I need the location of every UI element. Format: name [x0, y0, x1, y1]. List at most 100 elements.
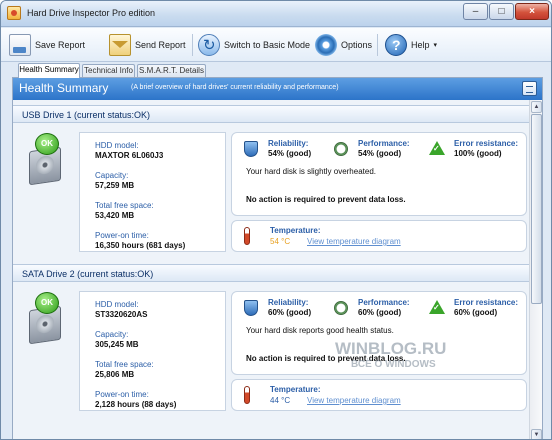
- scroll-up-button[interactable]: ▲: [531, 101, 542, 113]
- power-on-value: 16,350 hours (681 days): [95, 241, 186, 250]
- drive-title: USB Drive 1 (current status:OK): [22, 110, 151, 120]
- action-message: No action is required to prevent data lo…: [246, 195, 406, 204]
- performance-label: Performance:: [358, 139, 410, 148]
- reliability-value: 54% (good): [268, 149, 312, 158]
- help-label: Help: [411, 40, 430, 50]
- health-summary-description: (A brief overview of hard drives' curren…: [131, 84, 339, 91]
- free-space-label: Total free space:: [95, 360, 154, 369]
- temperature-value: 44 °C: [270, 396, 291, 405]
- drive-info-box: HDD model: MAXTOR 6L060J3 Capacity: 57,2…: [79, 132, 226, 252]
- error-resistance-label: Error resistance:: [454, 298, 519, 307]
- gauge-icon: [334, 301, 348, 315]
- report-icon[interactable]: [522, 81, 537, 96]
- capacity-value: 305,245 MB: [95, 340, 139, 349]
- close-button[interactable]: ×: [515, 3, 549, 20]
- health-summary-header: Health Summary (A brief overview of hard…: [13, 78, 542, 100]
- ok-status-icon: OK: [35, 133, 59, 155]
- capacity-label: Capacity:: [95, 171, 129, 180]
- window-title: Hard Drive Inspector Pro edition: [27, 8, 156, 18]
- thermometer-icon: [244, 386, 250, 404]
- drives-list: USB Drive 1 (current status:OK) OK HDD m…: [13, 100, 529, 439]
- error-resistance-label: Error resistance:: [454, 139, 519, 148]
- performance-value: 60% (good): [358, 308, 402, 317]
- view-temperature-diagram-link[interactable]: View temperature diagram: [307, 396, 401, 405]
- send-report-icon: [109, 34, 131, 56]
- shield-icon: [244, 141, 258, 157]
- title-bar: Hard Drive Inspector Pro edition – □ ×: [1, 1, 551, 27]
- reliability-value: 60% (good): [268, 308, 312, 317]
- check-triangle-icon: [429, 141, 445, 155]
- switch-mode-icon: [198, 34, 220, 56]
- tab-strip: Health Summary Technical Info S.M.A.R.T.…: [1, 63, 551, 78]
- toolbar-separator: [377, 34, 378, 56]
- ok-status-icon: OK: [35, 292, 59, 314]
- send-report-label: Send Report: [135, 40, 186, 50]
- scroll-down-button[interactable]: ▼: [531, 429, 542, 439]
- app-window: Hard Drive Inspector Pro edition – □ × S…: [0, 0, 552, 440]
- drive-header: USB Drive 1 (current status:OK): [13, 105, 529, 123]
- tab-smart-details[interactable]: S.M.A.R.T. Details: [137, 64, 206, 77]
- performance-label: Performance:: [358, 298, 410, 307]
- tab-health-summary[interactable]: Health Summary: [18, 63, 80, 78]
- help-button[interactable]: Help ▾: [385, 32, 437, 58]
- vertical-scrollbar[interactable]: ▲ ▼: [529, 100, 542, 439]
- hdd-model-value: ST3320620AS: [95, 310, 148, 319]
- tab-technical-info[interactable]: Technical Info: [82, 64, 135, 77]
- temperature-label: Temperature:: [270, 226, 321, 235]
- scrollbar-thumb[interactable]: [531, 114, 542, 304]
- reliability-label: Reliability:: [268, 298, 309, 307]
- temperature-box: Temperature: 44 °C View temperature diag…: [231, 379, 527, 411]
- switch-mode-label: Switch to Basic Mode: [224, 40, 311, 50]
- switch-mode-button[interactable]: Switch to Basic Mode: [198, 32, 310, 58]
- toolbar: Save Report Send Report Switch to Basic …: [1, 28, 551, 62]
- send-report-button[interactable]: Send Report: [109, 32, 186, 58]
- options-label: Options: [341, 40, 373, 50]
- free-space-label: Total free space:: [95, 201, 154, 210]
- hdd-model-label: HDD model:: [95, 300, 139, 309]
- performance-value: 54% (good): [358, 149, 402, 158]
- drive-status-box: Reliability: 60% (good) Performance: 60%…: [231, 291, 527, 375]
- minimize-button[interactable]: –: [463, 3, 488, 20]
- save-report-label: Save Report: [35, 40, 86, 50]
- gauge-icon: [334, 142, 348, 156]
- drive-info-box: HDD model: ST3320620AS Capacity: 305,245…: [79, 291, 226, 411]
- status-message: Your hard disk is slightly overheated.: [246, 167, 376, 176]
- capacity-value: 57,259 MB: [95, 181, 135, 190]
- free-space-value: 53,420 MB: [95, 211, 135, 220]
- drive-panel: SATA Drive 2 (current status:OK) OK HDD …: [13, 264, 529, 414]
- reliability-label: Reliability:: [268, 139, 309, 148]
- gear-icon: [315, 34, 337, 56]
- drive-status-box: Reliability: 54% (good) Performance: 54%…: [231, 132, 527, 216]
- hdd-model-value: MAXTOR 6L060J3: [95, 151, 164, 160]
- drive-panel: USB Drive 1 (current status:OK) OK HDD m…: [13, 105, 529, 255]
- error-resistance-value: 60% (good): [454, 308, 498, 317]
- status-message: Your hard disk reports good health statu…: [246, 326, 394, 335]
- check-triangle-icon: [429, 300, 445, 314]
- options-button[interactable]: Options: [315, 32, 372, 58]
- drive-header: SATA Drive 2 (current status:OK): [13, 264, 529, 282]
- power-on-label: Power-on time:: [95, 231, 149, 240]
- view-temperature-diagram-link[interactable]: View temperature diagram: [307, 237, 401, 246]
- toolbar-separator: [192, 34, 193, 56]
- drive-title: SATA Drive 2 (current status:OK): [22, 269, 154, 279]
- error-resistance-value: 100% (good): [454, 149, 502, 158]
- hard-drive-icon: OK: [23, 292, 67, 345]
- help-icon: [385, 34, 407, 56]
- save-report-button[interactable]: Save Report: [9, 32, 85, 58]
- maximize-button[interactable]: □: [489, 3, 514, 20]
- hdd-model-label: HDD model:: [95, 141, 139, 150]
- hard-drive-icon: OK: [23, 133, 67, 186]
- temperature-label: Temperature:: [270, 385, 321, 394]
- health-summary-panel: Health Summary (A brief overview of hard…: [12, 77, 543, 439]
- power-on-label: Power-on time:: [95, 390, 149, 399]
- capacity-label: Capacity:: [95, 330, 129, 339]
- thermometer-icon: [244, 227, 250, 245]
- temperature-value: 54 °C: [270, 237, 291, 246]
- chevron-down-icon: ▾: [433, 42, 438, 49]
- save-report-icon: [9, 34, 31, 56]
- action-message: No action is required to prevent data lo…: [246, 354, 406, 363]
- shield-icon: [244, 300, 258, 316]
- power-on-value: 2,128 hours (88 days): [95, 400, 177, 409]
- free-space-value: 25,806 MB: [95, 370, 135, 379]
- health-summary-title: Health Summary: [19, 81, 109, 95]
